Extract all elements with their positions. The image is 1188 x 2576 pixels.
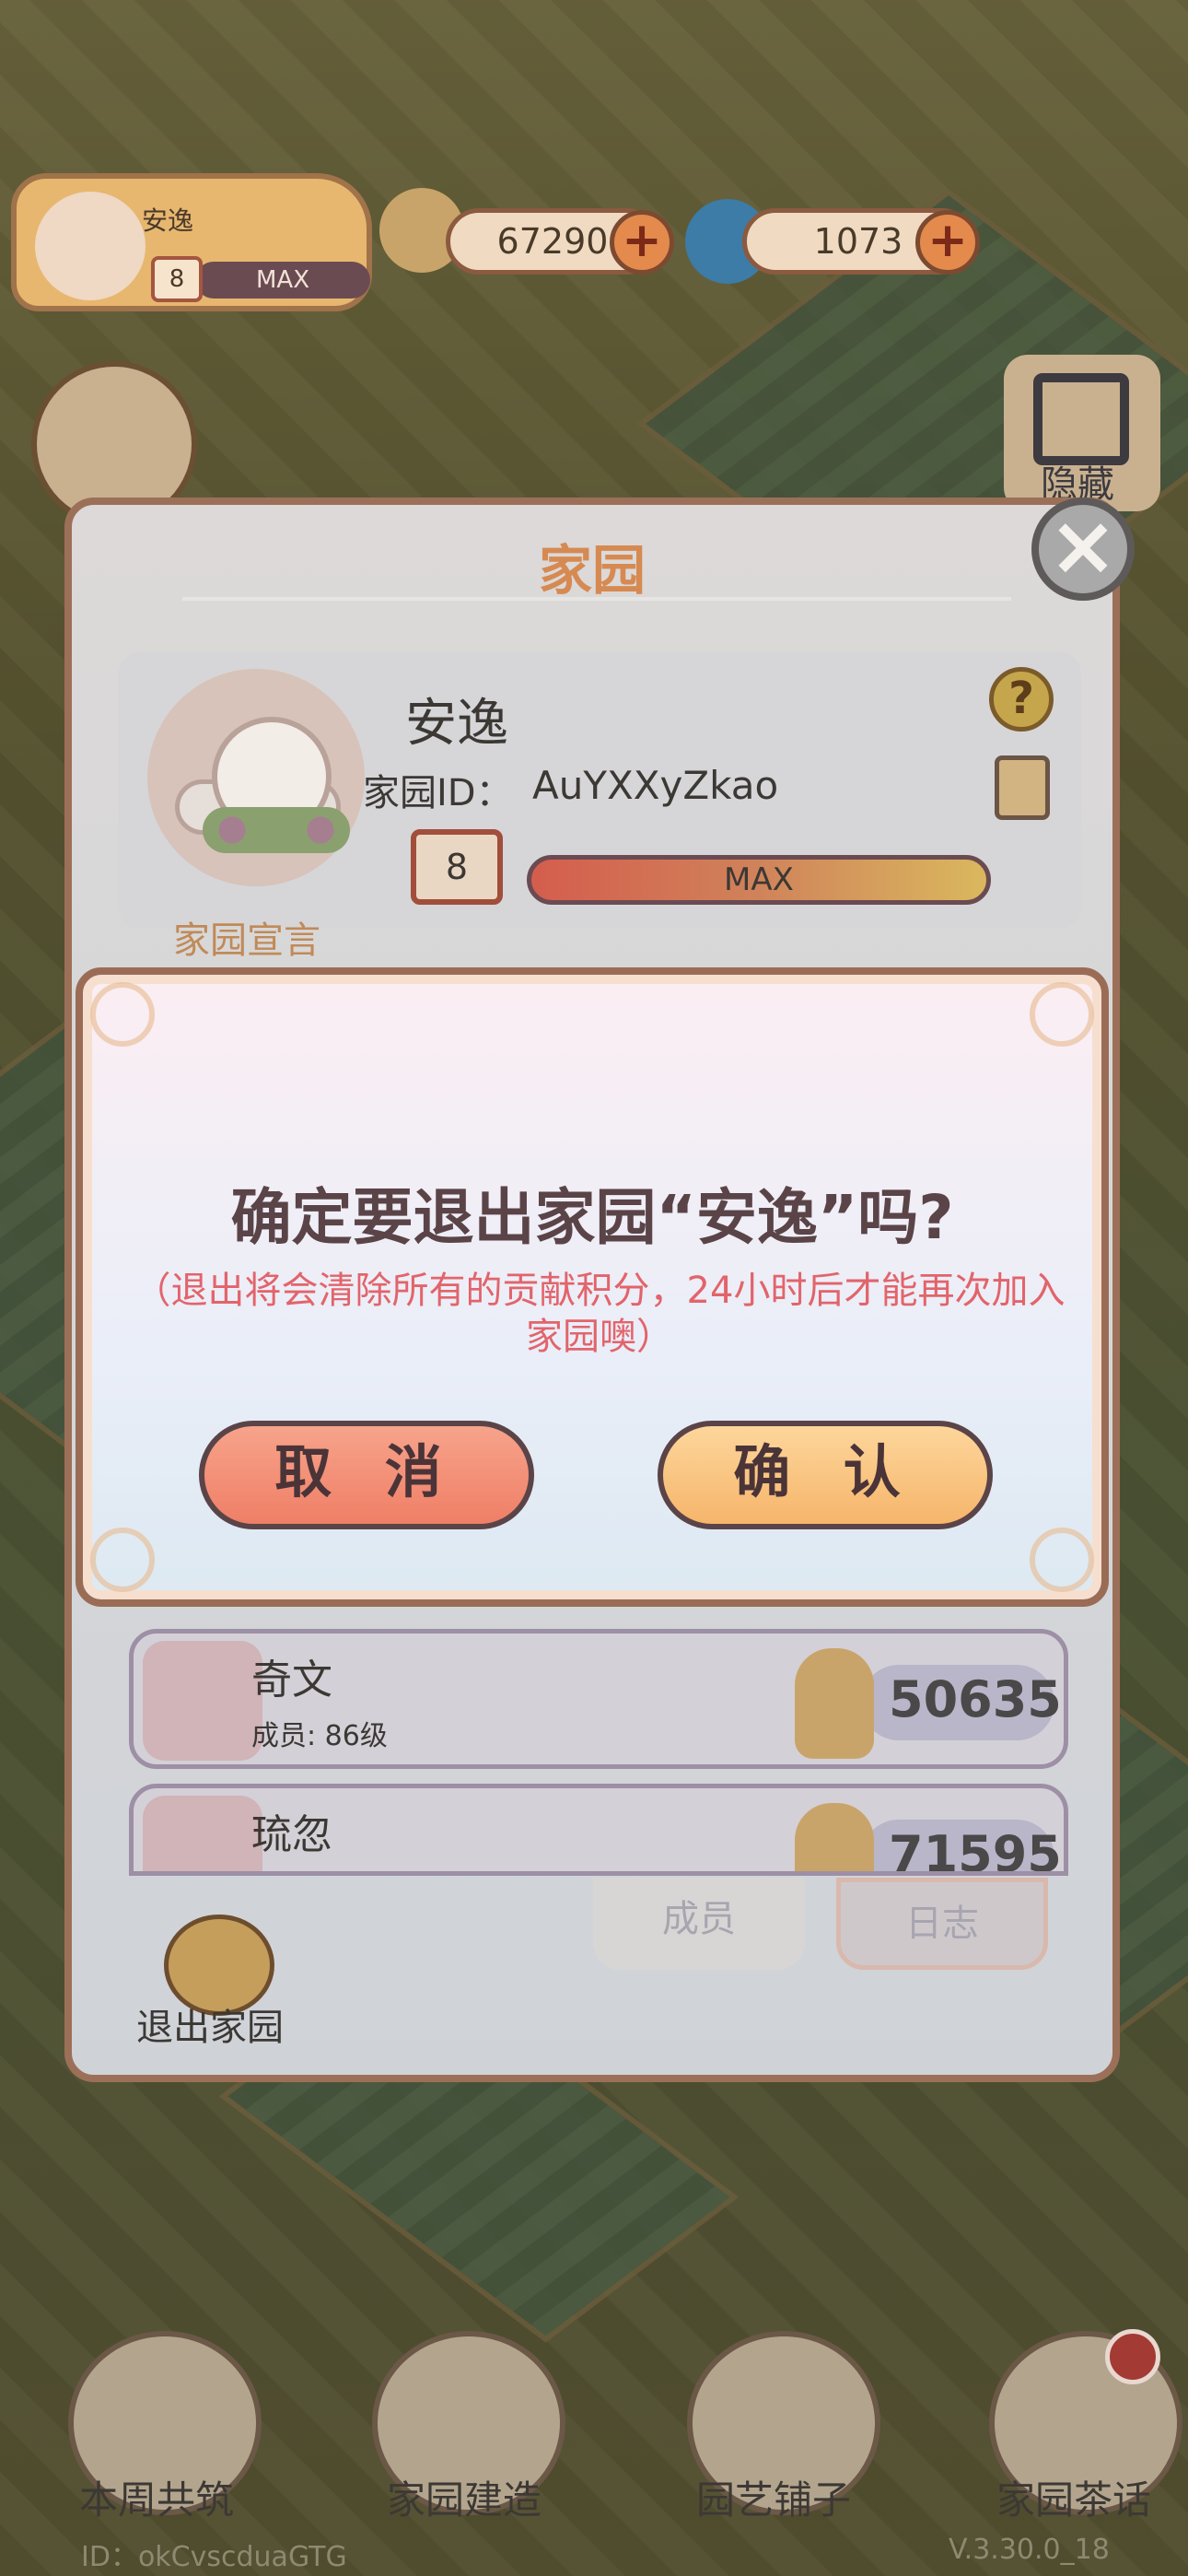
member-row[interactable]: 奇文 成员: 86级 50635 [129,1629,1068,1769]
home-level: 8 [445,847,469,887]
house-level-icon: 8 [151,256,203,302]
nav-weekly-build[interactable]: 本周共筑 [37,2469,276,2525]
tab-members[interactable]: 成员 [593,1878,805,1970]
coin-amount: 67290 [496,221,609,262]
quit-confirm-dialog: 确定要退出家园“安逸”吗? （退出将会清除所有的贡献积分，24小时后才能再次加入… [76,967,1109,1607]
member-score: 71595 [889,1825,1062,1876]
corner-ornament [1030,982,1094,1047]
cancel-button[interactable]: 取 消 [199,1421,534,1529]
home-id-value: AuYXXyZkao [532,763,779,808]
member-name: 琉忽 [251,1811,332,1858]
member-level: 成员: 86级 [251,1720,388,1752]
dialog-question: 确定要退出家园“安逸”吗? [230,1182,954,1253]
home-name: 安逸 [405,694,508,754]
coin-icon [795,1803,874,1871]
footer-user-id: ID：okCvscduaGTG [81,2541,347,2573]
notification-badge [1105,2329,1160,2384]
gem-amount: 1073 [813,221,903,262]
footer-version: V.3.30.0_18 [949,2534,1110,2566]
house-level: 8 [169,265,185,293]
member-avatar [143,1796,262,1871]
help-icon[interactable]: ? [989,667,1054,732]
player-name: 安逸 [142,205,194,236]
player-level-bar: MAX [195,262,370,299]
player-avatar [35,192,146,300]
player-profile-card[interactable]: 安逸 MAX 8 [11,173,372,311]
hide-ui-button[interactable]: 隐藏 [1004,355,1160,511]
member-score: 50635 [889,1670,1062,1728]
home-level-bar: MAX [527,855,991,905]
fullscreen-icon [1033,373,1129,465]
member-name: 奇文 [251,1657,332,1704]
home-id-label: 家园ID： [363,772,513,814]
snail-grass [203,807,350,853]
home-manifesto-link[interactable]: 家园宣言 [173,910,320,964]
divider [182,597,1011,601]
nav-home-build[interactable]: 家园建造 [344,2469,584,2525]
level-bar-text: MAX [255,266,310,294]
nav-home-chat[interactable]: 家园茶话 [954,2469,1188,2525]
confirm-button[interactable]: 确 认 [658,1421,993,1529]
quit-home-button[interactable]: 退出家园 [136,1997,284,2051]
home-avatar[interactable] [147,669,365,886]
dialog-warning: （退出将会清除所有的贡献积分，24小时后才能再次加入家园噢） [134,1270,1066,1358]
close-icon[interactable]: × [1031,498,1135,601]
member-avatar [143,1641,262,1761]
add-gems-button[interactable]: + [915,210,980,275]
tab-log[interactable]: 日志 [836,1878,1048,1970]
corner-ornament [1030,1528,1094,1592]
panel-title: 家园 [538,539,646,602]
home-level-bar-text: MAX [724,861,794,898]
copy-icon[interactable] [995,755,1050,820]
coin-icon [795,1648,874,1759]
member-row[interactable]: 琉忽 71595 [129,1784,1068,1876]
add-coins-button[interactable]: + [610,210,674,275]
corner-ornament [90,1528,155,1592]
home-level-badge: 8 [411,829,503,905]
corner-ornament [90,982,155,1047]
nav-garden-shop[interactable]: 园艺铺子 [654,2469,893,2525]
